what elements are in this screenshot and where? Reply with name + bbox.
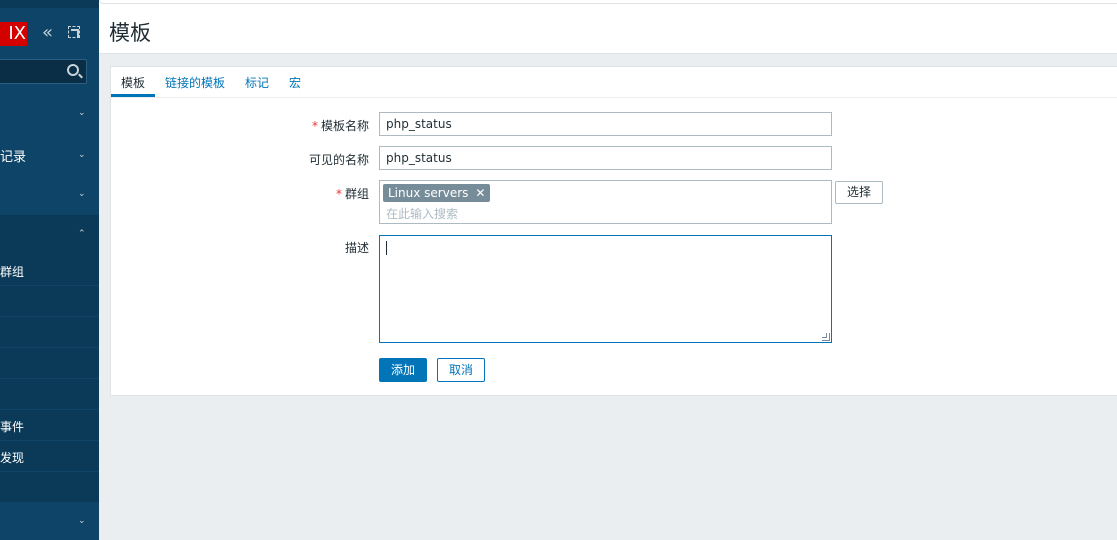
tab-bar: 模板 链接的模板 标记 宏: [111, 67, 1117, 98]
page-title: 模板: [109, 21, 151, 45]
logo[interactable]: IX: [0, 22, 27, 46]
description-textarea[interactable]: [379, 235, 832, 343]
template-name-label-text: 模板名称: [320, 119, 369, 133]
sidebar-item-4[interactable]: ⌃: [0, 215, 99, 255]
sidebar-item-label: 记录: [0, 150, 27, 165]
chevron-down-icon: ⌄: [78, 516, 86, 526]
remove-chip-icon[interactable]: ✕: [475, 184, 485, 202]
sidebar-subitem-label: 事件: [0, 420, 25, 434]
groups-label: * 群组: [249, 185, 369, 202]
collapse-sidebar-icon[interactable]: «: [42, 23, 53, 43]
sidebar-subitem-1[interactable]: 群组: [0, 255, 99, 286]
tab-macros[interactable]: 宏: [289, 74, 301, 91]
top-strip-border: [99, 0, 1117, 4]
sidebar-item-5[interactable]: ⌄: [0, 512, 99, 536]
sidebar: IX « ⌄ 记录 ⌄ ⌄ ⌃ 群组 事件 发现 ⌄: [0, 0, 99, 540]
sidebar-item-2[interactable]: 记录 ⌄: [0, 146, 99, 170]
sidebar-subitem-label: 发现: [0, 451, 25, 465]
kiosk-mode-icon[interactable]: [68, 26, 80, 38]
sidebar-item-3[interactable]: ⌄: [0, 185, 99, 209]
groups-multiselect[interactable]: Linux servers ✕ 在此输入搜索: [379, 180, 832, 224]
template-name-label: * 模板名称: [249, 117, 369, 134]
select-groups-button[interactable]: 选择: [835, 181, 883, 204]
resize-handle-icon[interactable]: [822, 333, 830, 341]
chevron-down-icon: ⌄: [78, 189, 86, 199]
cancel-button[interactable]: 取消: [437, 358, 485, 382]
page-header: 模板: [99, 8, 1117, 54]
browser-top-strip: [99, 0, 1117, 8]
group-chip-label: Linux servers: [388, 186, 469, 200]
active-tab-indicator: [111, 94, 155, 97]
search-icon[interactable]: [67, 64, 79, 76]
sidebar-subitem-3[interactable]: [0, 317, 99, 348]
add-button[interactable]: 添加: [379, 358, 427, 382]
template-name-input[interactable]: php_status: [379, 112, 832, 136]
sidebar-subitem-6[interactable]: 事件: [0, 410, 99, 441]
chevron-down-icon: ⌄: [78, 108, 86, 118]
group-chip: Linux servers ✕: [383, 184, 491, 202]
required-mark: *: [311, 119, 318, 133]
chevron-up-icon: ⌃: [78, 229, 86, 239]
sidebar-subitem-8[interactable]: [0, 472, 99, 503]
tab-linked-templates[interactable]: 链接的模板: [165, 74, 225, 91]
groups-search-input[interactable]: 在此输入搜索: [386, 205, 458, 222]
text-caret: [386, 241, 387, 255]
sidebar-item-1[interactable]: ⌄: [0, 104, 99, 128]
chevron-down-icon: ⌄: [78, 150, 86, 160]
sidebar-subitem-5[interactable]: [0, 379, 99, 410]
sidebar-subitem-7[interactable]: 发现: [0, 441, 99, 472]
tab-tags[interactable]: 标记: [245, 74, 269, 91]
sidebar-subitem-4[interactable]: [0, 348, 99, 379]
visible-name-label: 可见的名称: [308, 153, 369, 167]
groups-label-text: 群组: [344, 187, 369, 201]
required-mark: *: [335, 187, 342, 201]
form-panel: 模板 链接的模板 标记 宏 * 模板名称 php_status 可见的名称 php…: [110, 66, 1117, 396]
sidebar-subitem-label: 群组: [0, 265, 25, 279]
tab-template[interactable]: 模板: [121, 74, 145, 91]
sidebar-subitem-2[interactable]: [0, 286, 99, 317]
sidebar-top: [0, 0, 99, 8]
description-label: 描述: [344, 241, 369, 255]
visible-name-input[interactable]: php_status: [379, 146, 832, 170]
